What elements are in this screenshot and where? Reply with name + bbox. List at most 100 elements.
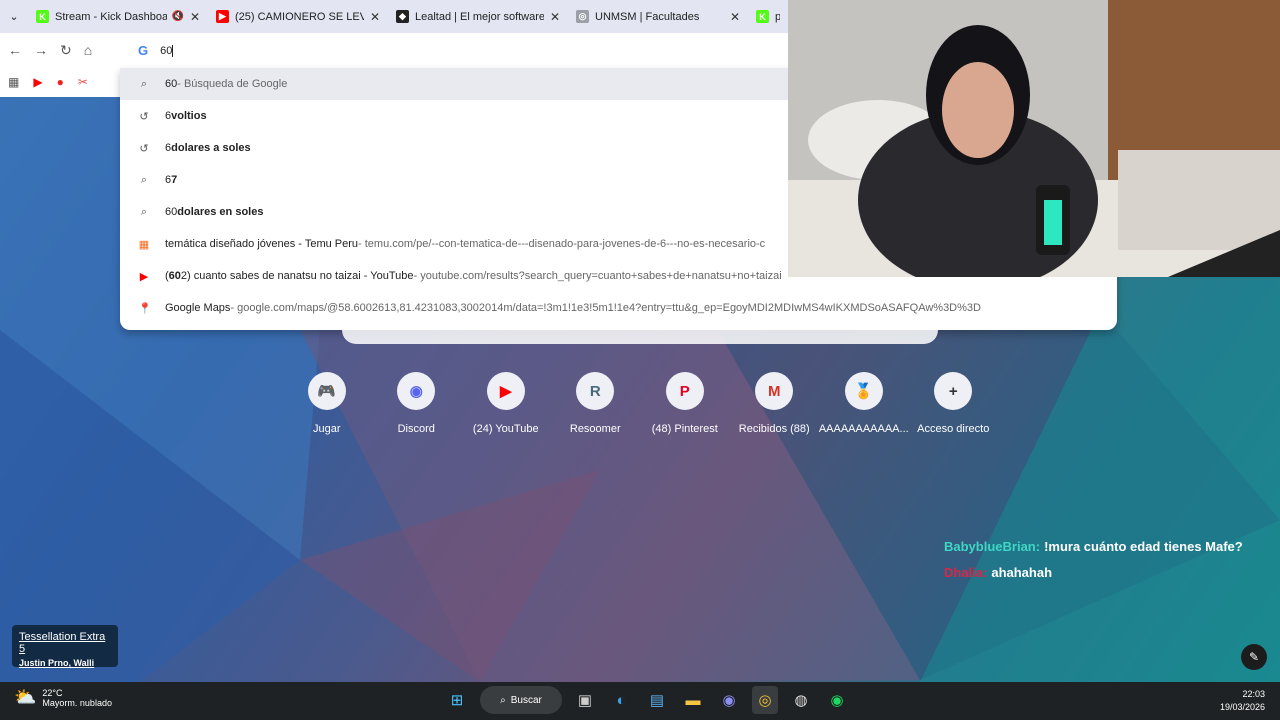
address-input[interactable]: 60 [160,45,172,57]
suggestion-text-bold: dolares en soles [177,206,264,218]
clock[interactable]: 22:03 19/03/2026 [1220,688,1265,714]
windows-start-icon[interactable]: ⊞ [444,686,470,714]
shortcut-tile[interactable]: + Acceso directo [909,372,999,435]
chat-username: Dhalia: [944,564,988,580]
tab[interactable]: ▶ (25) CAMIONERO SE LEVANT ✕ [208,0,388,33]
discord-taskbar-icon[interactable]: ◉ [716,686,742,714]
shortcut-label: (48) Pinterest [651,423,718,435]
tab-title: UNMSM | Facultades [595,10,700,23]
obs-icon[interactable]: ◍ [788,686,814,714]
customize-pencil-icon[interactable]: ✎ [1241,644,1267,670]
task-view-icon[interactable]: ▣ [572,686,598,714]
edge-icon[interactable]: ◐ [608,686,634,714]
shortcut-icon: ◉ [397,372,436,410]
history-icon: ↺ [139,142,149,155]
close-tab-icon[interactable]: ✕ [550,10,560,24]
bookmark-icon-2[interactable]: ✂ [78,75,88,89]
shortcut-icon: P [665,372,704,410]
apps-grid-icon[interactable]: ▦ [8,75,19,89]
now-playing-title[interactable]: Tessellation Extra 5 [19,631,111,655]
shortcut-tile[interactable]: R Resoomer [551,372,641,435]
tab-favicon-icon: ▶ [216,10,229,23]
shortcut-label: Resoomer [569,423,621,435]
suggestion-url: - Búsqueda de Google [177,78,288,90]
shortcut-icon: M [755,372,794,410]
stream-chat: BabyblueBrian: !mura cuánto edad tienes M… [944,533,1243,585]
bookmark-icon[interactable]: ● [57,75,64,89]
tab-favicon-icon: ◎ [576,10,589,23]
webcam-image [788,0,1280,277]
tab-search-chevron-icon[interactable]: ⌄ [0,0,28,33]
chrome-icon[interactable]: ◎ [752,686,778,714]
suggestion-text-pre: 60 [165,78,178,90]
tab-title: Stream - Kick Dashboard [55,10,168,23]
shortcut-icon: + [934,372,973,410]
back-icon[interactable]: ← [8,42,22,58]
clock-date: 19/03/2026 [1219,702,1265,712]
search-icon: ⌕ [140,205,148,218]
close-tab-icon[interactable]: ✕ [730,10,740,24]
suggestion-text-bold: 60 [168,270,181,282]
forward-icon[interactable]: → [34,42,48,58]
close-tab-icon[interactable]: ✕ [190,10,200,24]
shortcut-icon: 🎮 [307,372,346,410]
suggestion-text-bold: voltios [171,110,207,122]
suggestion-text-pre: Google Maps [165,302,231,314]
google-icon: G [138,43,149,58]
close-tab-icon[interactable]: ✕ [370,10,380,24]
shortcut-tile[interactable]: M Recibidos (88) [730,372,820,435]
address-bar[interactable]: G 60 [120,33,788,68]
weather-text: Mayorm. nublado [42,697,112,708]
shortcut-tile[interactable]: 🏅 AAAAAAAAAAA... [819,372,909,435]
shortcut-label: Jugar [312,423,341,435]
clock-time: 22:03 [1242,689,1265,699]
tab-title: pie [775,10,780,23]
suggestion-text-pre: temática diseñado jóvenes - Temu Peru [165,238,359,250]
ntp-search-box[interactable] [342,318,938,344]
tab[interactable]: Kpie [748,0,788,33]
muted-icon[interactable]: 🔇 [171,11,183,22]
folder-icon[interactable]: ▬ [680,686,706,714]
shortcut-label: Acceso directo [917,423,990,435]
maps-icon: 📍 [138,302,152,315]
taskbar-search[interactable]: ⌕ Buscar [480,686,562,714]
suggestion-text-bold: 7 [171,174,178,186]
suggestion-text-bold: dolares a soles [171,142,251,154]
chat-message: BabyblueBrian: !mura cuánto edad tienes M… [944,533,1243,559]
youtube-bookmark-icon[interactable]: ▶ [33,75,42,89]
taskbar-apps: ⊞ ⌕ Buscar ▣ ◐ ▤ ▬ ◉ ◎ ◍ ◉ [444,686,850,714]
shortcut-tile[interactable]: 🎮 Jugar [282,372,372,435]
shortcut-label: Recibidos (88) [738,423,810,435]
cloud-icon: ⛅ [14,687,37,707]
suggestion-text-pre: 60 [165,206,178,218]
suggestion-url: - temu.com/pe/--con-tematica-de---disena… [358,238,766,250]
temu-icon: ▦ [138,238,150,251]
shortcut-label: (24) YouTube [472,423,539,435]
shortcut-label: AAAAAAAAAAA... [818,423,909,435]
shortcuts: 🎮 Jugar ◉ Discord ▶ (24) YouTube R Resoomer P (48… [282,372,998,435]
tab-title: (25) CAMIONERO SE LEVANT [235,10,364,23]
tab[interactable]: ◆ Lealtad | El mejor software p ✕ [388,0,568,33]
chat-message: Dhalia: ahahahah [944,559,1243,585]
bookmarks-bar: ▦ ▶ ● ✂ [0,67,120,97]
reload-icon[interactable]: ↻ [60,42,72,59]
tab[interactable]: K Stream - Kick Dashboard 🔇 ✕ [28,0,208,33]
now-playing-artist[interactable]: Justin Prno, Walli [19,658,111,668]
shortcut-tile[interactable]: ▶ (24) YouTube [461,372,551,435]
spotify-icon[interactable]: ◉ [824,686,850,714]
shortcut-icon: 🏅 [844,372,883,410]
weather-widget[interactable]: ⛅ 22°C Mayorm. nublado [14,687,112,708]
suggestion-item[interactable]: ⌕ 60 - Búsqueda de Google [120,68,788,100]
shortcut-tile[interactable]: ◉ Discord [372,372,462,435]
store-icon[interactable]: ▤ [644,686,670,714]
taskbar-search-label: Buscar [510,694,542,706]
tab-favicon-icon: ◆ [396,10,409,23]
tab[interactable]: ◎ UNMSM | Facultades ✕ [568,0,748,33]
chat-username: BabyblueBrian: [944,538,1041,554]
shortcut-icon: ▶ [486,372,525,410]
home-icon[interactable]: ⌂ [84,42,92,58]
suggestion-url: - youtube.com/results?search_query=cuant… [413,270,782,282]
shortcut-tile[interactable]: P (48) Pinterest [640,372,730,435]
tab-favicon-icon: K [36,10,49,23]
suggestion-url: - google.com/maps/@58.6002613,81.4231083… [230,302,981,314]
